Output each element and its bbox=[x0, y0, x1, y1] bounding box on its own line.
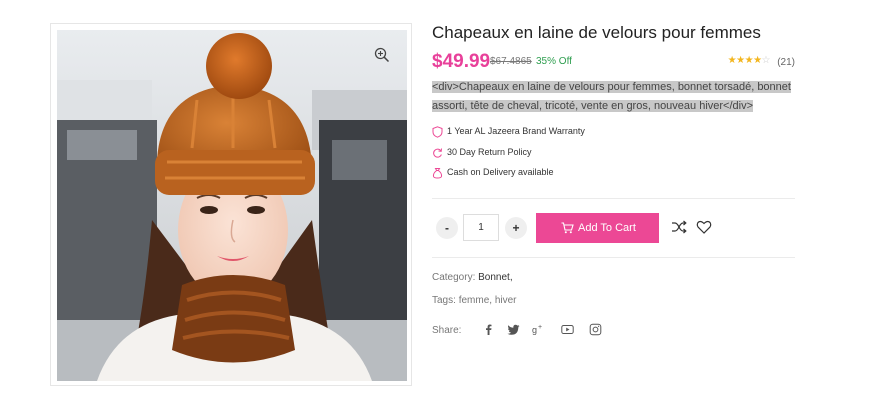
description-line: <div>Chapeaux en laine de velours pour f… bbox=[432, 81, 791, 93]
category-link[interactable]: Bonnet, bbox=[478, 272, 512, 283]
divider bbox=[432, 198, 795, 199]
star-filled-icon: ★ bbox=[727, 55, 737, 66]
product-price: $49.99 bbox=[432, 51, 491, 72]
product-title: Chapeaux en laine de velours pour femmes bbox=[432, 23, 761, 42]
refresh-icon bbox=[433, 148, 442, 158]
rating-stars: ★★★★☆ bbox=[727, 55, 771, 66]
add-to-cart-button[interactable]: Add To Cart bbox=[536, 213, 659, 243]
star-empty-icon: ☆ bbox=[761, 55, 771, 66]
product-category: Category: Bonnet, bbox=[432, 272, 513, 283]
cart-icon bbox=[561, 222, 574, 234]
twitter-icon[interactable] bbox=[507, 323, 520, 336]
star-filled-icon: ★ bbox=[753, 55, 762, 66]
zoom-icon[interactable] bbox=[373, 46, 391, 64]
quantity-increase-button[interactable]: + bbox=[505, 217, 527, 239]
star-filled-icon: ★ bbox=[736, 55, 745, 66]
instagram-icon[interactable] bbox=[589, 323, 602, 336]
google-plus-icon[interactable]: g + bbox=[532, 323, 545, 336]
share-label: Share: bbox=[432, 325, 462, 336]
add-to-cart-label: Add To Cart bbox=[578, 222, 636, 234]
quantity-input[interactable] bbox=[463, 214, 499, 241]
tags-label: Tags: bbox=[432, 295, 456, 306]
svg-text:+: + bbox=[538, 324, 542, 331]
product-image[interactable] bbox=[57, 30, 407, 381]
product-description: <div>Chapeaux en laine de velours pour f… bbox=[432, 78, 797, 116]
discount-badge: 35% Off bbox=[536, 56, 572, 67]
shield-icon bbox=[432, 126, 443, 138]
quantity-decrease-button[interactable]: - bbox=[436, 217, 458, 239]
feature-label: 30 Day Return Policy bbox=[447, 147, 532, 157]
feature-label: 1 Year AL Jazeera Brand Warranty bbox=[447, 126, 585, 136]
youtube-icon[interactable] bbox=[561, 323, 574, 336]
wishlist-heart-icon[interactable] bbox=[696, 219, 712, 235]
divider bbox=[432, 257, 795, 258]
star-filled-icon: ★ bbox=[744, 55, 754, 66]
price-row: $49.99 $67.4865 35% Off ★★★★☆ (21) bbox=[432, 51, 797, 73]
category-label: Category: bbox=[432, 272, 476, 283]
product-gallery bbox=[50, 23, 412, 386]
review-count[interactable]: (21) bbox=[777, 57, 795, 68]
description-line: assorti, tête de cheval, tricoté, vente … bbox=[432, 100, 754, 112]
product-photo bbox=[57, 30, 407, 381]
tag-link[interactable]: hiver bbox=[495, 295, 517, 306]
compare-shuffle-icon[interactable] bbox=[671, 219, 687, 235]
money-bag-icon bbox=[432, 168, 443, 179]
tag-link[interactable]: femme, bbox=[459, 295, 492, 306]
svg-text:g: g bbox=[532, 325, 537, 335]
feature-label: Cash on Delivery available bbox=[447, 167, 554, 177]
old-price: $67.4865 bbox=[490, 56, 532, 67]
facebook-icon[interactable] bbox=[482, 323, 495, 336]
product-info: Chapeaux en laine de velours pour femmes… bbox=[432, 0, 797, 406]
product-tags: Tags: femme, hiver bbox=[432, 295, 517, 306]
